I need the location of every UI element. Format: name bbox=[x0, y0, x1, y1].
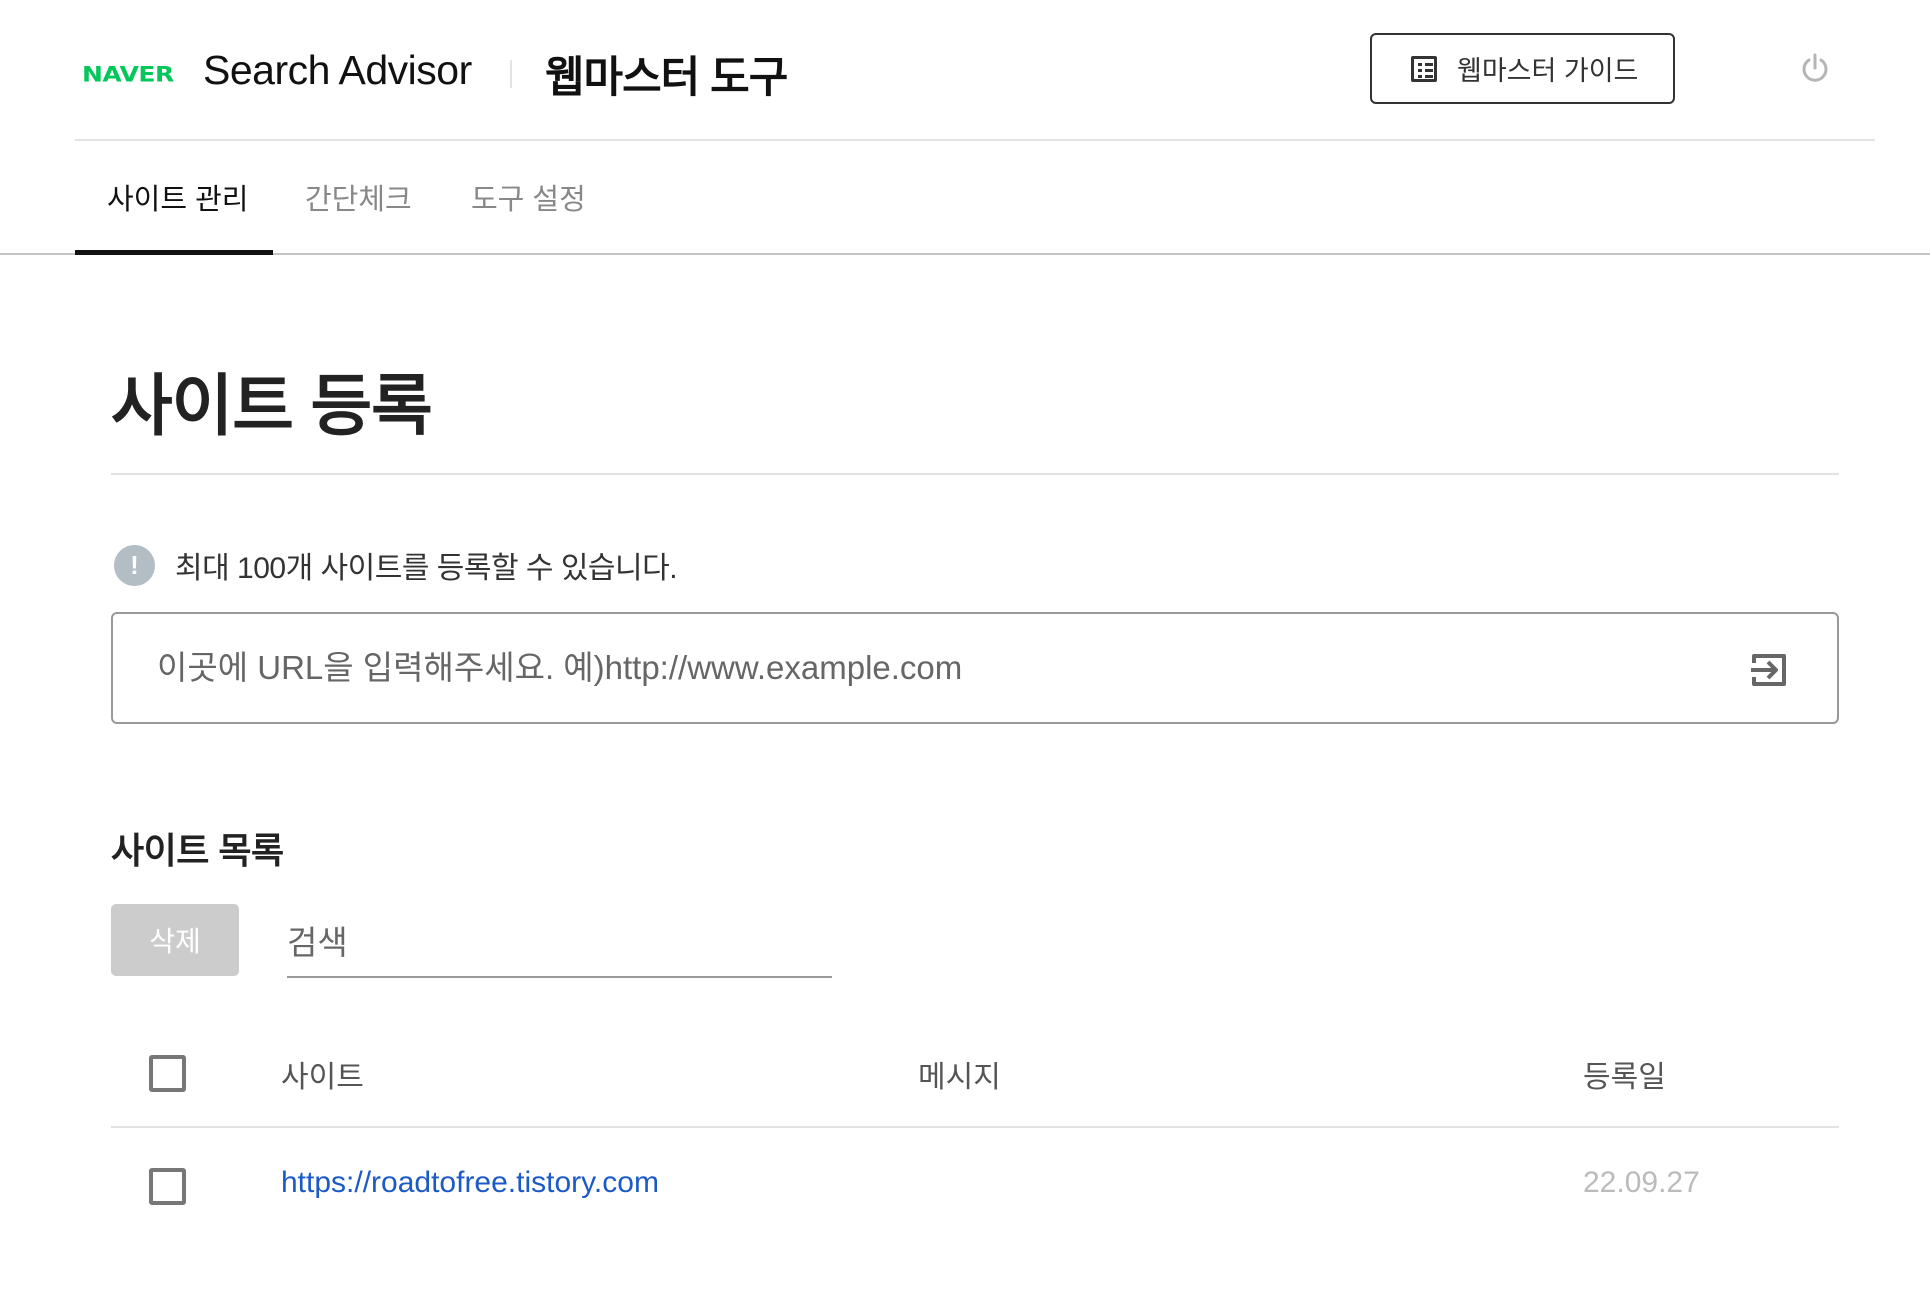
delete-button[interactable]: 삭제 bbox=[111, 904, 239, 976]
page-title: 사이트 등록 bbox=[111, 369, 433, 444]
column-header-date: 등록일 bbox=[1583, 1061, 1666, 1094]
enter-arrow-icon[interactable] bbox=[1749, 651, 1789, 689]
column-header-message: 메시지 bbox=[918, 1061, 1001, 1094]
divider bbox=[111, 473, 1839, 475]
brand-name[interactable]: Search Advisor bbox=[203, 47, 472, 94]
tab-quick-check[interactable]: 간단체크 bbox=[305, 176, 412, 255]
site-table: 사이트 메시지 등록일 https://roadtofree.tistory.c… bbox=[111, 1030, 1839, 1243]
table-header: 사이트 메시지 등록일 bbox=[111, 1030, 1839, 1128]
table-row: https://roadtofree.tistory.com 22.09.27 bbox=[111, 1128, 1839, 1243]
divider bbox=[510, 60, 512, 88]
active-tab-indicator bbox=[75, 250, 273, 255]
tab-site-management[interactable]: 사이트 관리 bbox=[107, 176, 248, 255]
column-header-site: 사이트 bbox=[281, 1061, 364, 1094]
naver-logo[interactable]: NAVER bbox=[82, 62, 174, 87]
site-link[interactable]: https://roadtofree.tistory.com bbox=[281, 1166, 659, 1200]
select-all-checkbox[interactable] bbox=[149, 1055, 186, 1092]
header: NAVER Search Advisor 웹마스터 도구 웹마스터 가이드 bbox=[75, 0, 1875, 141]
search-input[interactable] bbox=[287, 910, 832, 976]
notice-text: 최대 100개 사이트를 등록할 수 있습니다. bbox=[175, 552, 678, 585]
list-document-icon bbox=[1411, 55, 1437, 82]
exclamation-icon: ! bbox=[114, 544, 155, 586]
notice: ! 최대 100개 사이트를 등록할 수 있습니다. bbox=[114, 543, 678, 587]
row-checkbox[interactable] bbox=[149, 1168, 186, 1205]
url-input[interactable] bbox=[157, 614, 1717, 722]
tool-title[interactable]: 웹마스터 도구 bbox=[545, 43, 788, 105]
search-field bbox=[287, 910, 832, 978]
power-icon[interactable] bbox=[1800, 52, 1830, 84]
webmaster-guide-button[interactable]: 웹마스터 가이드 bbox=[1370, 33, 1675, 104]
registration-date: 22.09.27 bbox=[1583, 1166, 1700, 1199]
url-field bbox=[111, 612, 1839, 724]
webmaster-guide-label: 웹마스터 가이드 bbox=[1457, 56, 1639, 86]
tab-bar: 사이트 관리 간단체크 도구 설정 bbox=[0, 141, 1930, 255]
site-list-title: 사이트 목록 bbox=[111, 830, 284, 871]
tab-tool-settings[interactable]: 도구 설정 bbox=[471, 176, 586, 255]
